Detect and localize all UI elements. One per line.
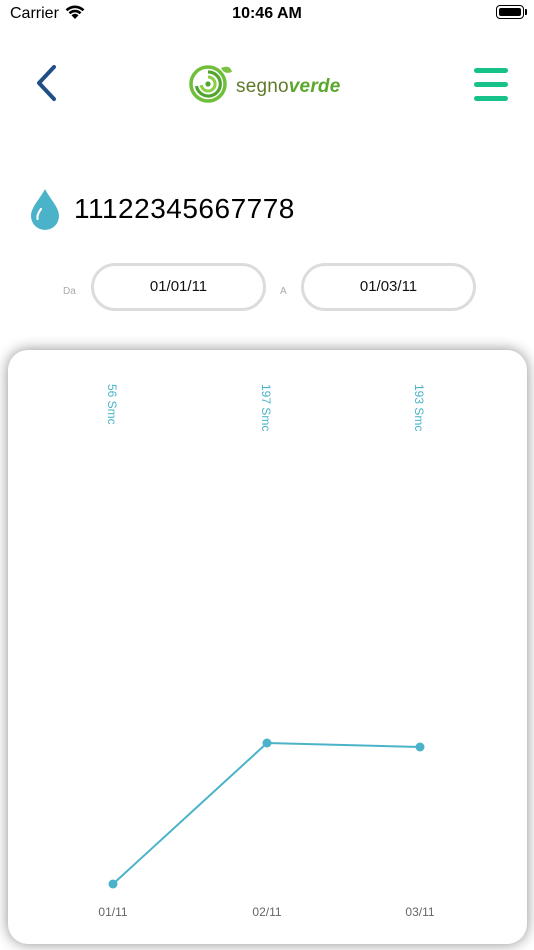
status-time: 10:46 AM <box>232 5 302 22</box>
to-date-label: A <box>280 286 287 297</box>
consumption-line-chart: 56 Smc 01/11 197 Smc 02/11 193 Smc 03/11 <box>98 384 434 919</box>
menu-button[interactable] <box>474 66 510 102</box>
data-point[interactable] <box>415 742 425 752</box>
x-tick-label: 01/11 <box>98 905 127 919</box>
series-line <box>112 741 421 885</box>
app-logo: segnoverde <box>186 62 366 106</box>
logo-wordmark: segnoverde <box>236 76 340 98</box>
logo-text-segno: segno <box>236 76 289 97</box>
menu-bar <box>474 96 508 101</box>
meter-id: 11122345667778 <box>74 193 295 224</box>
chevron-left-icon <box>37 65 56 101</box>
hamburger-menu-icon <box>474 68 508 73</box>
consumption-chart-card: 56 Smc 01/11 197 Smc 02/11 193 Smc 03/11 <box>8 350 527 944</box>
battery-icon <box>496 5 527 19</box>
data-point[interactable] <box>108 879 118 889</box>
logo-text-verde: verde <box>288 76 341 97</box>
data-point[interactable] <box>262 738 272 748</box>
menu-bar <box>474 82 508 87</box>
spiral-logo-icon <box>189 65 232 103</box>
data-label: 193 Smc <box>412 384 426 431</box>
from-date-field[interactable]: 01/01/11 <box>91 263 266 311</box>
data-label: 56 Smc <box>105 384 119 425</box>
to-date-field[interactable]: 01/03/11 <box>301 263 476 311</box>
from-date-label: Da <box>63 286 76 297</box>
status-bar: Carrier 10:46 AM <box>0 0 534 30</box>
water-drop-icon <box>31 189 59 230</box>
back-button[interactable] <box>28 62 68 106</box>
x-tick-label: 02/11 <box>252 905 281 919</box>
meter-row: 11122345667778 <box>28 185 428 233</box>
data-label: 197 Smc <box>259 384 273 431</box>
x-tick-label: 03/11 <box>405 905 434 919</box>
